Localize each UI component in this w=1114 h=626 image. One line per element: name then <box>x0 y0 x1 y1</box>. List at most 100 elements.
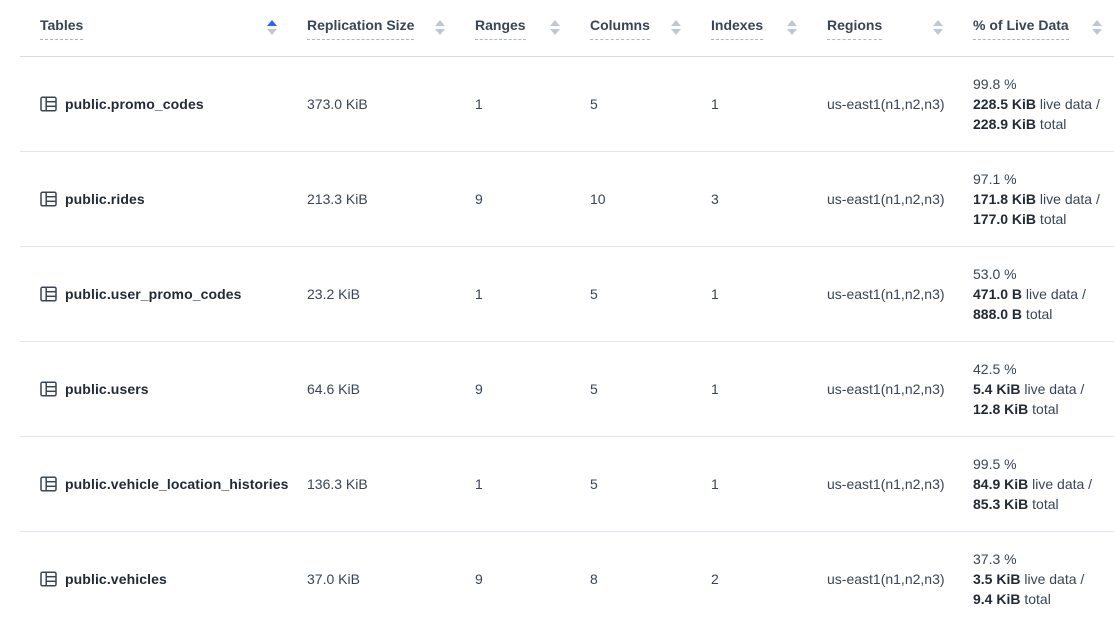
table-row: public.users 64.6 KiB 9 5 1 us-east1(n1,… <box>20 341 1114 436</box>
sort-desc-icon <box>787 29 797 35</box>
column-header-tables-label[interactable]: Tables <box>40 16 83 40</box>
live-data-percent: 99.5 % <box>973 454 1114 474</box>
sort-arrows-icon[interactable] <box>933 20 943 35</box>
table-name-link[interactable]: public.user_promo_codes <box>65 286 242 302</box>
tables-list: Tables Replication Size Ranges Columns <box>20 0 1114 626</box>
sort-desc-icon <box>267 29 277 35</box>
ranges-value: 1 <box>475 246 590 341</box>
sort-desc-icon <box>550 29 560 35</box>
column-header-replication-size-label[interactable]: Replication Size <box>307 16 414 40</box>
sort-desc-icon <box>933 29 943 35</box>
column-header-regions-label[interactable]: Regions <box>827 16 882 40</box>
ranges-value: 1 <box>475 56 590 151</box>
live-data-percent: 42.5 % <box>973 359 1114 379</box>
regions-value: us-east1(n1,n2,n3) <box>827 436 973 531</box>
total-data-size: 12.8 KiB total <box>973 399 1114 419</box>
sort-arrows-icon[interactable] <box>267 20 277 35</box>
table-name-link[interactable]: public.users <box>65 381 149 397</box>
regions-value: us-east1(n1,n2,n3) <box>827 341 973 436</box>
ranges-value: 1 <box>475 436 590 531</box>
table-icon <box>40 476 57 492</box>
table-row: public.rides 213.3 KiB 9 10 3 us-east1(n… <box>20 151 1114 246</box>
sort-desc-icon <box>435 29 445 35</box>
replication-size-value: 136.3 KiB <box>307 436 475 531</box>
tables-table: Tables Replication Size Ranges Columns <box>20 0 1114 626</box>
live-data-size: 471.0 B live data / <box>973 284 1114 304</box>
table-name-link[interactable]: public.promo_codes <box>65 96 204 112</box>
table-icon <box>40 96 57 112</box>
replication-size-value: 373.0 KiB <box>307 56 475 151</box>
live-data-size: 171.8 KiB live data / <box>973 189 1114 209</box>
sort-asc-icon <box>671 20 681 26</box>
indexes-value: 1 <box>711 56 827 151</box>
column-header-regions[interactable]: Regions <box>827 0 973 56</box>
sort-asc-icon <box>550 20 560 26</box>
table-row: public.promo_codes 373.0 KiB 1 5 1 us-ea… <box>20 56 1114 151</box>
ranges-value: 9 <box>475 151 590 246</box>
live-data-percent: 99.8 % <box>973 74 1114 94</box>
indexes-value: 2 <box>711 531 827 626</box>
column-header-replication-size[interactable]: Replication Size <box>307 0 475 56</box>
column-header-ranges[interactable]: Ranges <box>475 0 590 56</box>
live-data-size: 3.5 KiB live data / <box>973 569 1114 589</box>
table-name-link[interactable]: public.vehicles <box>65 571 167 587</box>
regions-value: us-east1(n1,n2,n3) <box>827 56 973 151</box>
column-header-live-data[interactable]: % of Live Data <box>973 0 1114 56</box>
live-data-cell: 42.5 % 5.4 KiB live data / 12.8 KiB tota… <box>973 341 1114 436</box>
replication-size-value: 37.0 KiB <box>307 531 475 626</box>
live-data-size: 84.9 KiB live data / <box>973 474 1114 494</box>
table-header-row: Tables Replication Size Ranges Columns <box>20 0 1114 56</box>
total-data-size: 9.4 KiB total <box>973 589 1114 609</box>
column-header-ranges-label[interactable]: Ranges <box>475 16 526 40</box>
columns-value: 5 <box>590 341 711 436</box>
column-header-indexes-label[interactable]: Indexes <box>711 16 763 40</box>
column-header-tables[interactable]: Tables <box>20 0 307 56</box>
regions-value: us-east1(n1,n2,n3) <box>827 531 973 626</box>
column-header-indexes[interactable]: Indexes <box>711 0 827 56</box>
column-header-live-data-label[interactable]: % of Live Data <box>973 16 1069 40</box>
sort-arrows-icon[interactable] <box>435 20 445 35</box>
indexes-value: 1 <box>711 341 827 436</box>
sort-asc-icon <box>1092 20 1102 26</box>
sort-asc-icon <box>267 20 277 26</box>
columns-value: 5 <box>590 56 711 151</box>
table-row: public.vehicles 37.0 KiB 9 8 2 us-east1(… <box>20 531 1114 626</box>
columns-value: 5 <box>590 436 711 531</box>
ranges-value: 9 <box>475 341 590 436</box>
columns-value: 5 <box>590 246 711 341</box>
live-data-percent: 97.1 % <box>973 169 1114 189</box>
sort-arrows-icon[interactable] <box>550 20 560 35</box>
column-header-columns[interactable]: Columns <box>590 0 711 56</box>
live-data-cell: 99.5 % 84.9 KiB live data / 85.3 KiB tot… <box>973 436 1114 531</box>
sort-asc-icon <box>933 20 943 26</box>
replication-size-value: 213.3 KiB <box>307 151 475 246</box>
ranges-value: 9 <box>475 531 590 626</box>
total-data-size: 888.0 B total <box>973 304 1114 324</box>
live-data-cell: 99.8 % 228.5 KiB live data / 228.9 KiB t… <box>973 56 1114 151</box>
table-name-link[interactable]: public.vehicle_location_histories <box>65 476 288 492</box>
sort-desc-icon <box>671 29 681 35</box>
live-data-cell: 97.1 % 171.8 KiB live data / 177.0 KiB t… <box>973 151 1114 246</box>
replication-size-value: 64.6 KiB <box>307 341 475 436</box>
table-row: public.vehicle_location_histories 136.3 … <box>20 436 1114 531</box>
indexes-value: 1 <box>711 246 827 341</box>
columns-value: 10 <box>590 151 711 246</box>
column-header-columns-label[interactable]: Columns <box>590 16 650 40</box>
sort-arrows-icon[interactable] <box>1092 20 1102 35</box>
live-data-percent: 37.3 % <box>973 549 1114 569</box>
live-data-size: 228.5 KiB live data / <box>973 94 1114 114</box>
replication-size-value: 23.2 KiB <box>307 246 475 341</box>
sort-desc-icon <box>1092 29 1102 35</box>
indexes-value: 3 <box>711 151 827 246</box>
sort-arrows-icon[interactable] <box>787 20 797 35</box>
live-data-percent: 53.0 % <box>973 264 1114 284</box>
table-icon <box>40 191 57 207</box>
sort-arrows-icon[interactable] <box>671 20 681 35</box>
regions-value: us-east1(n1,n2,n3) <box>827 151 973 246</box>
table-icon <box>40 286 57 302</box>
table-icon <box>40 381 57 397</box>
regions-value: us-east1(n1,n2,n3) <box>827 246 973 341</box>
indexes-value: 1 <box>711 436 827 531</box>
table-name-link[interactable]: public.rides <box>65 191 145 207</box>
total-data-size: 177.0 KiB total <box>973 209 1114 229</box>
